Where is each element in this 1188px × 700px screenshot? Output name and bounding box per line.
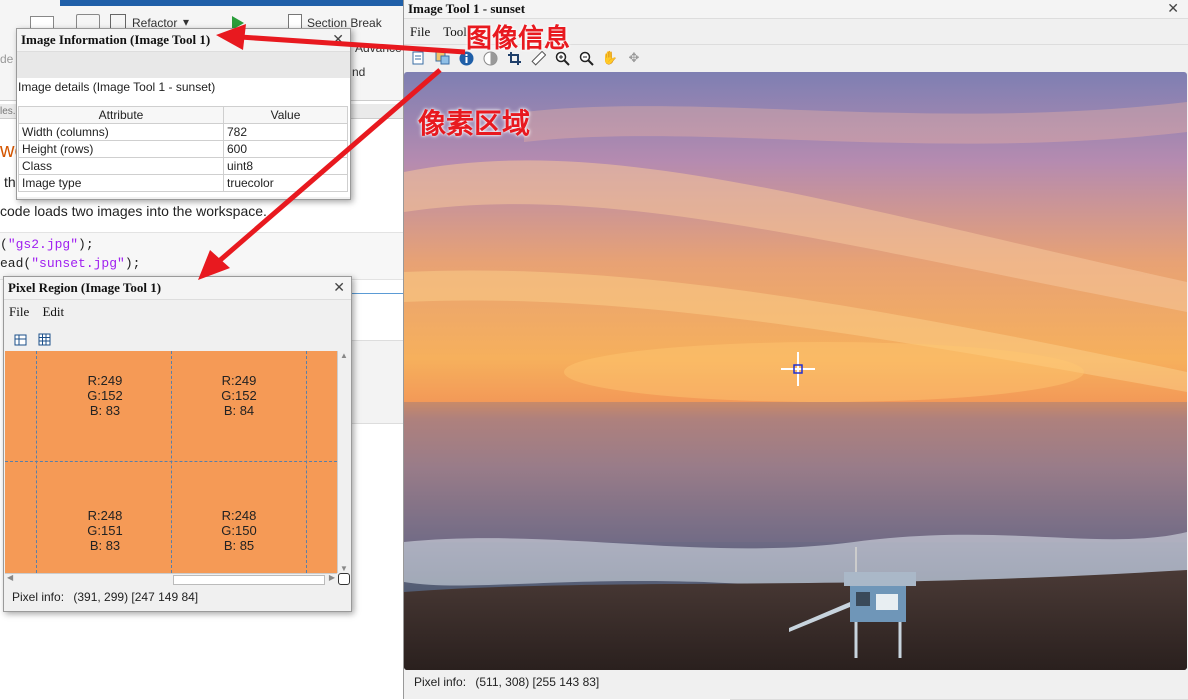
editor-tab[interactable]: les. [0,106,16,117]
pixel-cell: R:249 G:152 B: 83 [65,373,145,418]
output-panel [352,340,404,424]
image-info-annotation: 图像信息 [466,24,571,54]
toolstrip-accent [60,0,404,6]
new-figure-icon[interactable] [410,50,426,66]
description-text: code loads two images into the workspace… [0,203,267,219]
data-cursor-icon[interactable]: ✥ [626,50,642,66]
pixel-cell: R:248 G:150 B: 85 [199,508,279,553]
value-cell: uint8 [223,157,348,175]
toolstrip-fragment: de [0,52,14,66]
window-title: Image Tool 1 - sunset [408,1,526,16]
pixel-region-window: Pixel Region (Image Tool 1) ✕ File Edit … [3,276,352,612]
grid-line [171,351,172,573]
text-fragment: th [4,174,16,190]
table-row: Height (rows) 600 [18,140,348,158]
scroll-thumb[interactable] [173,575,325,585]
attribute-cell: Class [18,157,224,175]
grid-line [5,461,337,462]
vertical-scrollbar[interactable]: ▲ ▼ [337,351,350,573]
menu-edit[interactable]: Edit [42,304,64,319]
chevron-down-icon[interactable]: ▾ [183,15,189,29]
image-details-panel: Image details (Image Tool 1 - sunset) At… [17,78,350,197]
table-row: Width (columns) 782 [18,123,348,141]
value-cell: 600 [223,140,348,158]
pixel-info-bar: Pixel info: (391, 299) [247 149 84] [12,590,198,604]
image-information-titlebar[interactable]: Image Information (Image Tool 1) ✕ [17,29,350,52]
attribute-table: Attribute Value Width (columns) 782 Heigh… [18,106,348,192]
column-header: Value [223,106,348,124]
image-tool-titlebar[interactable]: Image Tool 1 - sunset ✕ [404,0,1188,19]
attribute-cell: Image type [18,174,224,192]
advance-button[interactable]: Advance [355,41,402,55]
menu-file[interactable]: File [9,304,29,319]
zoom-out-icon[interactable] [578,50,594,66]
code-line-2[interactable]: ead("sunset.jpg"); [0,256,140,271]
pixel-cell: R:249 G:152 B: 84 [199,373,279,418]
value-cell: 782 [223,123,348,141]
horizontal-scrollbar[interactable]: ◀ ▶ [5,573,337,585]
pixel-region-annotation: 像素区域 [418,107,531,140]
pixel-info-label: Pixel info: [12,590,65,604]
divider [352,293,404,294]
pixel-info-value: (391, 299) [247 149 84] [73,590,199,604]
toolbar-strip [17,52,350,78]
pixel-info-value: (511, 308) [255 143 83] [475,675,600,689]
sunset-image[interactable] [404,72,1187,670]
close-icon[interactable]: ✕ [1167,0,1179,18]
scroll-down-icon[interactable]: ▼ [338,564,350,573]
copy-position-icon[interactable] [12,331,28,347]
scroll-left-icon[interactable]: ◀ [7,573,13,582]
grid-line [36,351,37,573]
table-header-row: Attribute Value [18,106,348,124]
pixel-region-canvas[interactable]: R:249 G:152 B: 83 R:249 G:152 B: 84 R:248 G:1… [5,351,337,573]
attribute-cell: Width (columns) [18,123,224,141]
close-icon[interactable]: ✕ [332,29,344,51]
code-line-1[interactable]: ("gs2.jpg"); [0,237,94,252]
pixel-info-label: Pixel info: [414,675,467,689]
image-details-label: Image details (Image Tool 1 - sunset) [18,80,216,94]
menu-file[interactable]: File [410,24,430,39]
run-and-advance-label[interactable]: nd [352,65,365,79]
attribute-cell: Height (rows) [18,140,224,158]
table-row: Class uint8 [18,157,348,175]
pixel-cell: R:248 G:151 B: 83 [65,508,145,553]
menu-tools[interactable]: Tool [443,24,467,39]
column-header: Attribute [18,106,224,124]
pixel-grid-icon[interactable] [36,331,52,347]
pixel-info-bar: Pixel info: (511, 308) [255 143 83] [414,675,599,689]
value-cell: truecolor [223,174,348,192]
window-title: Pixel Region (Image Tool 1) [8,280,162,295]
table-row: Image type truecolor [18,174,348,192]
corner-toggle[interactable] [338,573,350,585]
menu-bar: File Edit [9,304,74,320]
overview-icon[interactable] [434,50,450,66]
scroll-up-icon[interactable]: ▲ [338,351,350,360]
image-information-window: Image Information (Image Tool 1) ✕ Image… [16,28,351,200]
close-icon[interactable]: ✕ [333,277,345,299]
grid-line [306,351,307,573]
scroll-right-icon[interactable]: ▶ [329,573,335,582]
window-title: Image Information (Image Tool 1) [21,32,211,47]
pixel-region-titlebar[interactable]: Pixel Region (Image Tool 1) ✕ [4,277,351,300]
pan-hand-icon[interactable]: ✋ [602,50,618,66]
